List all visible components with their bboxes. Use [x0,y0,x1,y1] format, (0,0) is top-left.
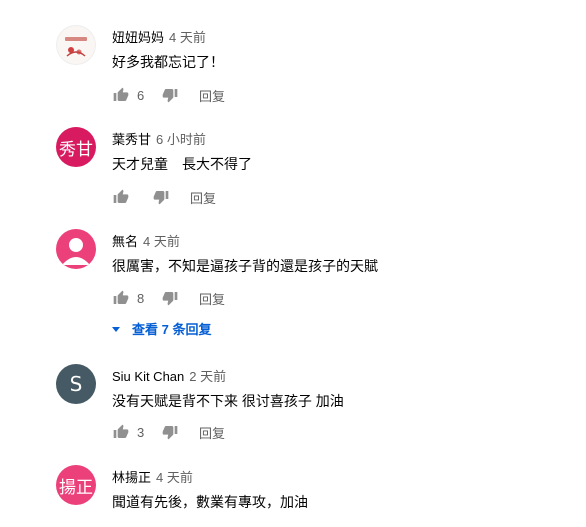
author-name[interactable]: 葉秀甘 [112,129,151,148]
comment-header: Siu Kit Chan 2 天前 [112,366,226,384]
comment-time[interactable]: 6 小时前 [156,129,206,148]
thumb-down-icon [162,89,178,103]
comment-text: 没有天赋是背不下来 很讨喜孩子 加油 [112,393,344,409]
thumb-down-icon [162,426,178,440]
author-name[interactable]: 林揚正 [112,467,151,486]
author-name[interactable]: Siu Kit Chan [112,369,184,384]
view-replies-label: 查看 7 条回复 [132,322,212,337]
view-replies-button[interactable]: 查看 7 条回复 [112,319,211,338]
comment-time[interactable]: 4 天前 [156,467,193,486]
person-avatar-icon [62,238,90,265]
author-avatar[interactable]: 秀甘 [56,127,96,167]
thumb-down-icon [153,191,169,205]
like-count: 3 [137,424,145,440]
comment-text: 天才兒童 長大不得了 [112,156,252,172]
comment-text: 很厲害，不知是逼孩子背的還是孩子的天賦 [112,258,378,274]
comment-text: 聞道有先後，數業有專攻，加油 [112,494,308,510]
like-button[interactable] [112,86,130,104]
author-avatar[interactable]: 揚正 [56,465,96,505]
dislike-button[interactable] [161,289,179,307]
author-avatar[interactable]: S [56,364,96,404]
thumb-up-icon [113,424,129,438]
comment-actions: 3 回复 [112,422,225,442]
thumb-down-icon [162,292,178,306]
caret-down-icon [112,326,120,332]
reply-button[interactable]: 回复 [199,423,225,442]
thumb-up-icon [113,87,129,101]
thumb-up-icon [113,189,129,203]
like-count: 8 [137,290,145,306]
comment-actions: 8 回复 [112,288,225,308]
thumb-up-icon [113,290,129,304]
comment-actions: 6 回复 [112,85,225,105]
author-avatar[interactable] [56,229,96,269]
comment-header: 葉秀甘 6 小时前 [112,129,206,147]
like-count: 6 [137,87,145,103]
like-button[interactable] [112,423,130,441]
dislike-button[interactable] [161,86,179,104]
photo-avatar-icon [57,26,95,64]
comment-header: 林揚正 4 天前 [112,467,193,485]
comment-actions: 回复 [112,187,216,207]
comments-section: 妞妞妈妈 4 天前 好多我都忘记了！ 6 回复 秀甘 葉秀甘 6 小时前 天才兒… [0,0,586,527]
reply-button[interactable]: 回复 [199,289,225,308]
comment-text: 好多我都忘记了！ [112,54,224,70]
reply-button[interactable]: 回复 [199,86,225,105]
reply-button[interactable]: 回复 [190,188,216,207]
comment-time[interactable]: 2 天前 [189,366,226,385]
dislike-button[interactable] [152,188,170,206]
like-button[interactable] [112,289,130,307]
comment-header: 妞妞妈妈 4 天前 [112,27,206,45]
dislike-button[interactable] [161,423,179,441]
author-avatar[interactable] [56,25,96,65]
author-name[interactable]: 無名 [112,231,138,250]
comment-header: 無名 4 天前 [112,231,180,249]
comment-time[interactable]: 4 天前 [169,27,206,46]
author-name[interactable]: 妞妞妈妈 [112,27,164,46]
like-button[interactable] [112,188,130,206]
comment-time[interactable]: 4 天前 [143,231,180,250]
